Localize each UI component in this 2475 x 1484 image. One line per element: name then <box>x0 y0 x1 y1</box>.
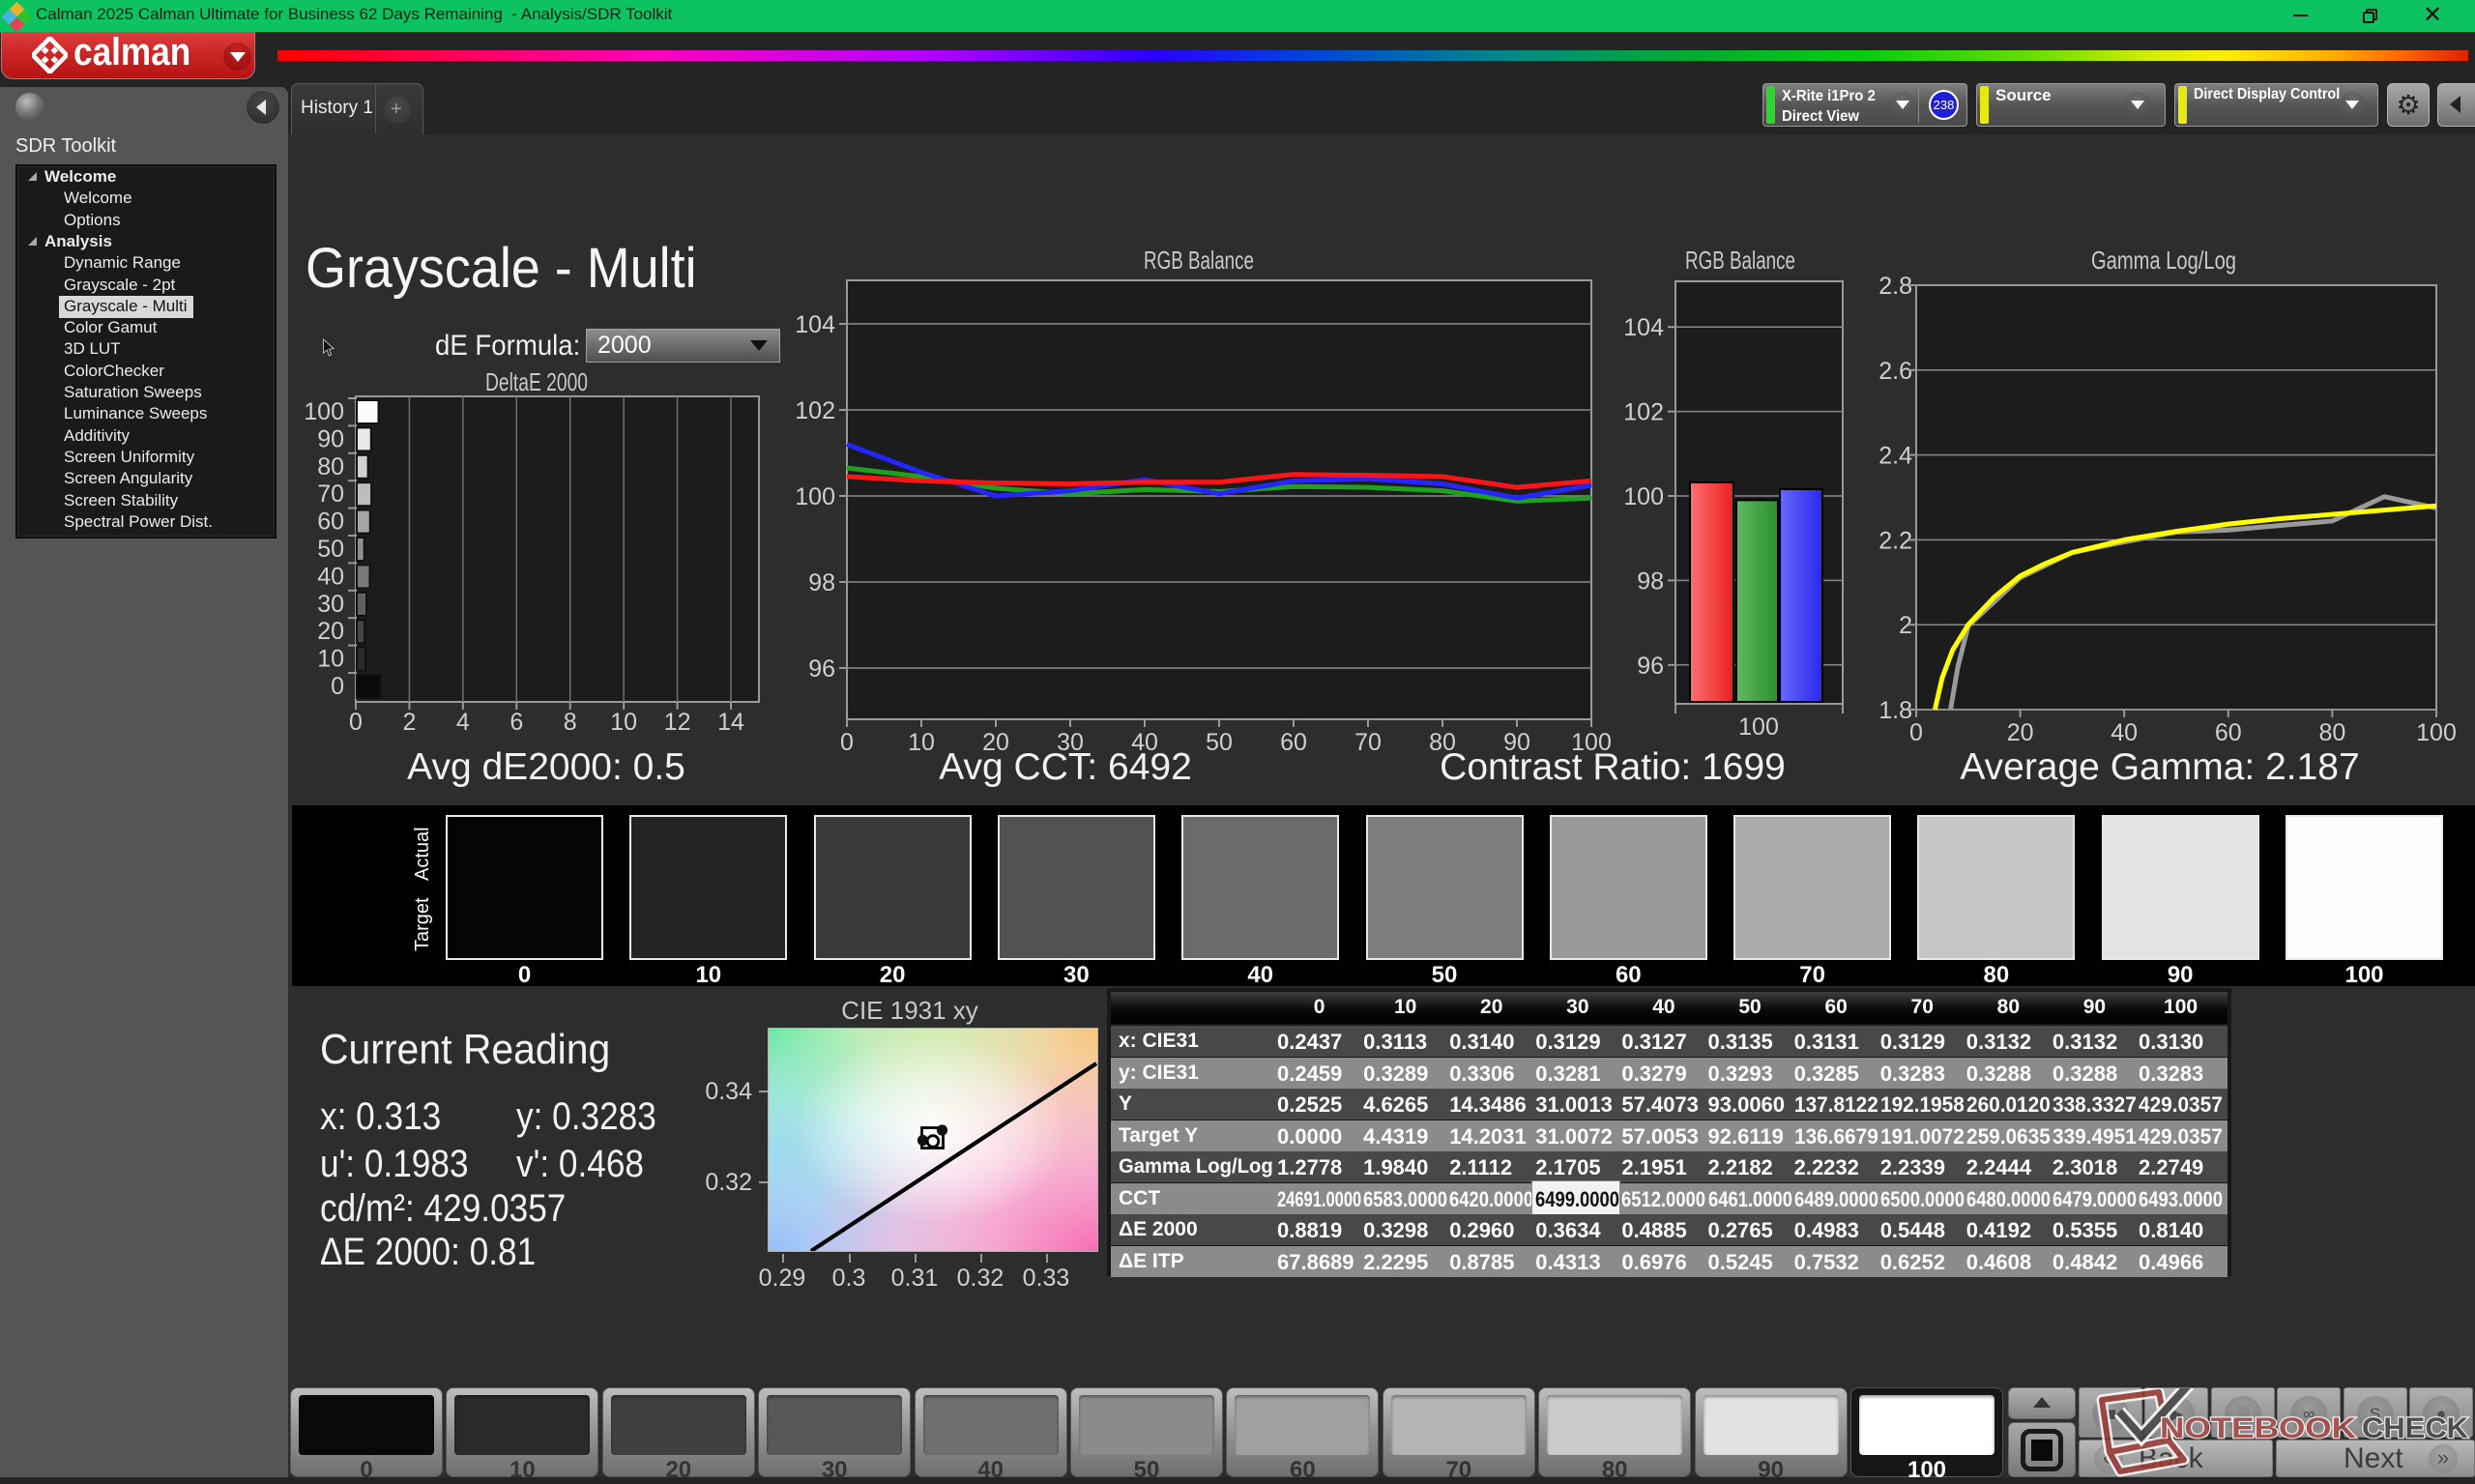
svg-text:50: 50 <box>317 536 344 563</box>
svg-text:102: 102 <box>795 397 835 424</box>
svg-text:60: 60 <box>2215 719 2242 746</box>
svg-text:2.2: 2.2 <box>1878 527 1912 554</box>
svg-text:70: 70 <box>1354 729 1382 756</box>
svg-text:80: 80 <box>2318 719 2345 746</box>
svg-text:102: 102 <box>1623 399 1664 426</box>
svg-text:50: 50 <box>1206 729 1233 756</box>
svg-text:CHECK: CHECK <box>2362 1412 2468 1444</box>
svg-text:Gamma Log/Log: Gamma Log/Log <box>2091 246 2236 275</box>
svg-text:90: 90 <box>317 425 344 452</box>
svg-text:0: 0 <box>840 729 854 756</box>
svg-text:100: 100 <box>795 483 835 510</box>
svg-text:20: 20 <box>317 618 344 645</box>
svg-text:70: 70 <box>317 480 344 508</box>
svg-text:4: 4 <box>456 709 470 736</box>
svg-text:40: 40 <box>317 563 344 590</box>
svg-text:100: 100 <box>1738 713 1779 741</box>
svg-text:104: 104 <box>1623 314 1664 341</box>
svg-text:10: 10 <box>908 729 935 756</box>
svg-text:2: 2 <box>402 709 416 736</box>
svg-text:100: 100 <box>1623 483 1664 510</box>
svg-text:14: 14 <box>717 709 744 736</box>
svg-text:96: 96 <box>808 655 835 683</box>
svg-text:0: 0 <box>1909 719 1923 746</box>
svg-text:2.4: 2.4 <box>1878 443 1912 470</box>
svg-text:RGB Balance: RGB Balance <box>1685 246 1795 275</box>
svg-text:60: 60 <box>1280 729 1307 756</box>
svg-text:DeltaE 2000: DeltaE 2000 <box>485 367 588 396</box>
svg-text:100: 100 <box>2416 719 2457 746</box>
svg-text:8: 8 <box>564 709 577 736</box>
svg-text:0: 0 <box>331 673 344 700</box>
svg-text:10: 10 <box>610 709 637 736</box>
svg-text:2.8: 2.8 <box>1878 273 1912 300</box>
svg-text:80: 80 <box>317 453 344 480</box>
svg-text:60: 60 <box>317 509 344 536</box>
svg-text:96: 96 <box>1637 653 1664 680</box>
svg-text:98: 98 <box>1637 567 1664 595</box>
svg-text:12: 12 <box>664 709 691 736</box>
svg-text:30: 30 <box>317 591 344 618</box>
svg-text:100: 100 <box>304 398 344 425</box>
svg-text:98: 98 <box>808 569 835 597</box>
svg-text:0: 0 <box>349 709 363 736</box>
svg-text:40: 40 <box>2111 719 2138 746</box>
svg-text:10: 10 <box>317 646 344 673</box>
svg-text:2.6: 2.6 <box>1878 358 1912 385</box>
svg-text:6: 6 <box>510 709 523 736</box>
svg-text:NOTEBOOK: NOTEBOOK <box>2160 1412 2356 1444</box>
svg-text:20: 20 <box>2007 719 2034 746</box>
svg-text:104: 104 <box>795 311 835 338</box>
svg-text:RGB Balance: RGB Balance <box>1144 246 1254 275</box>
svg-text:1.8: 1.8 <box>1878 697 1912 724</box>
